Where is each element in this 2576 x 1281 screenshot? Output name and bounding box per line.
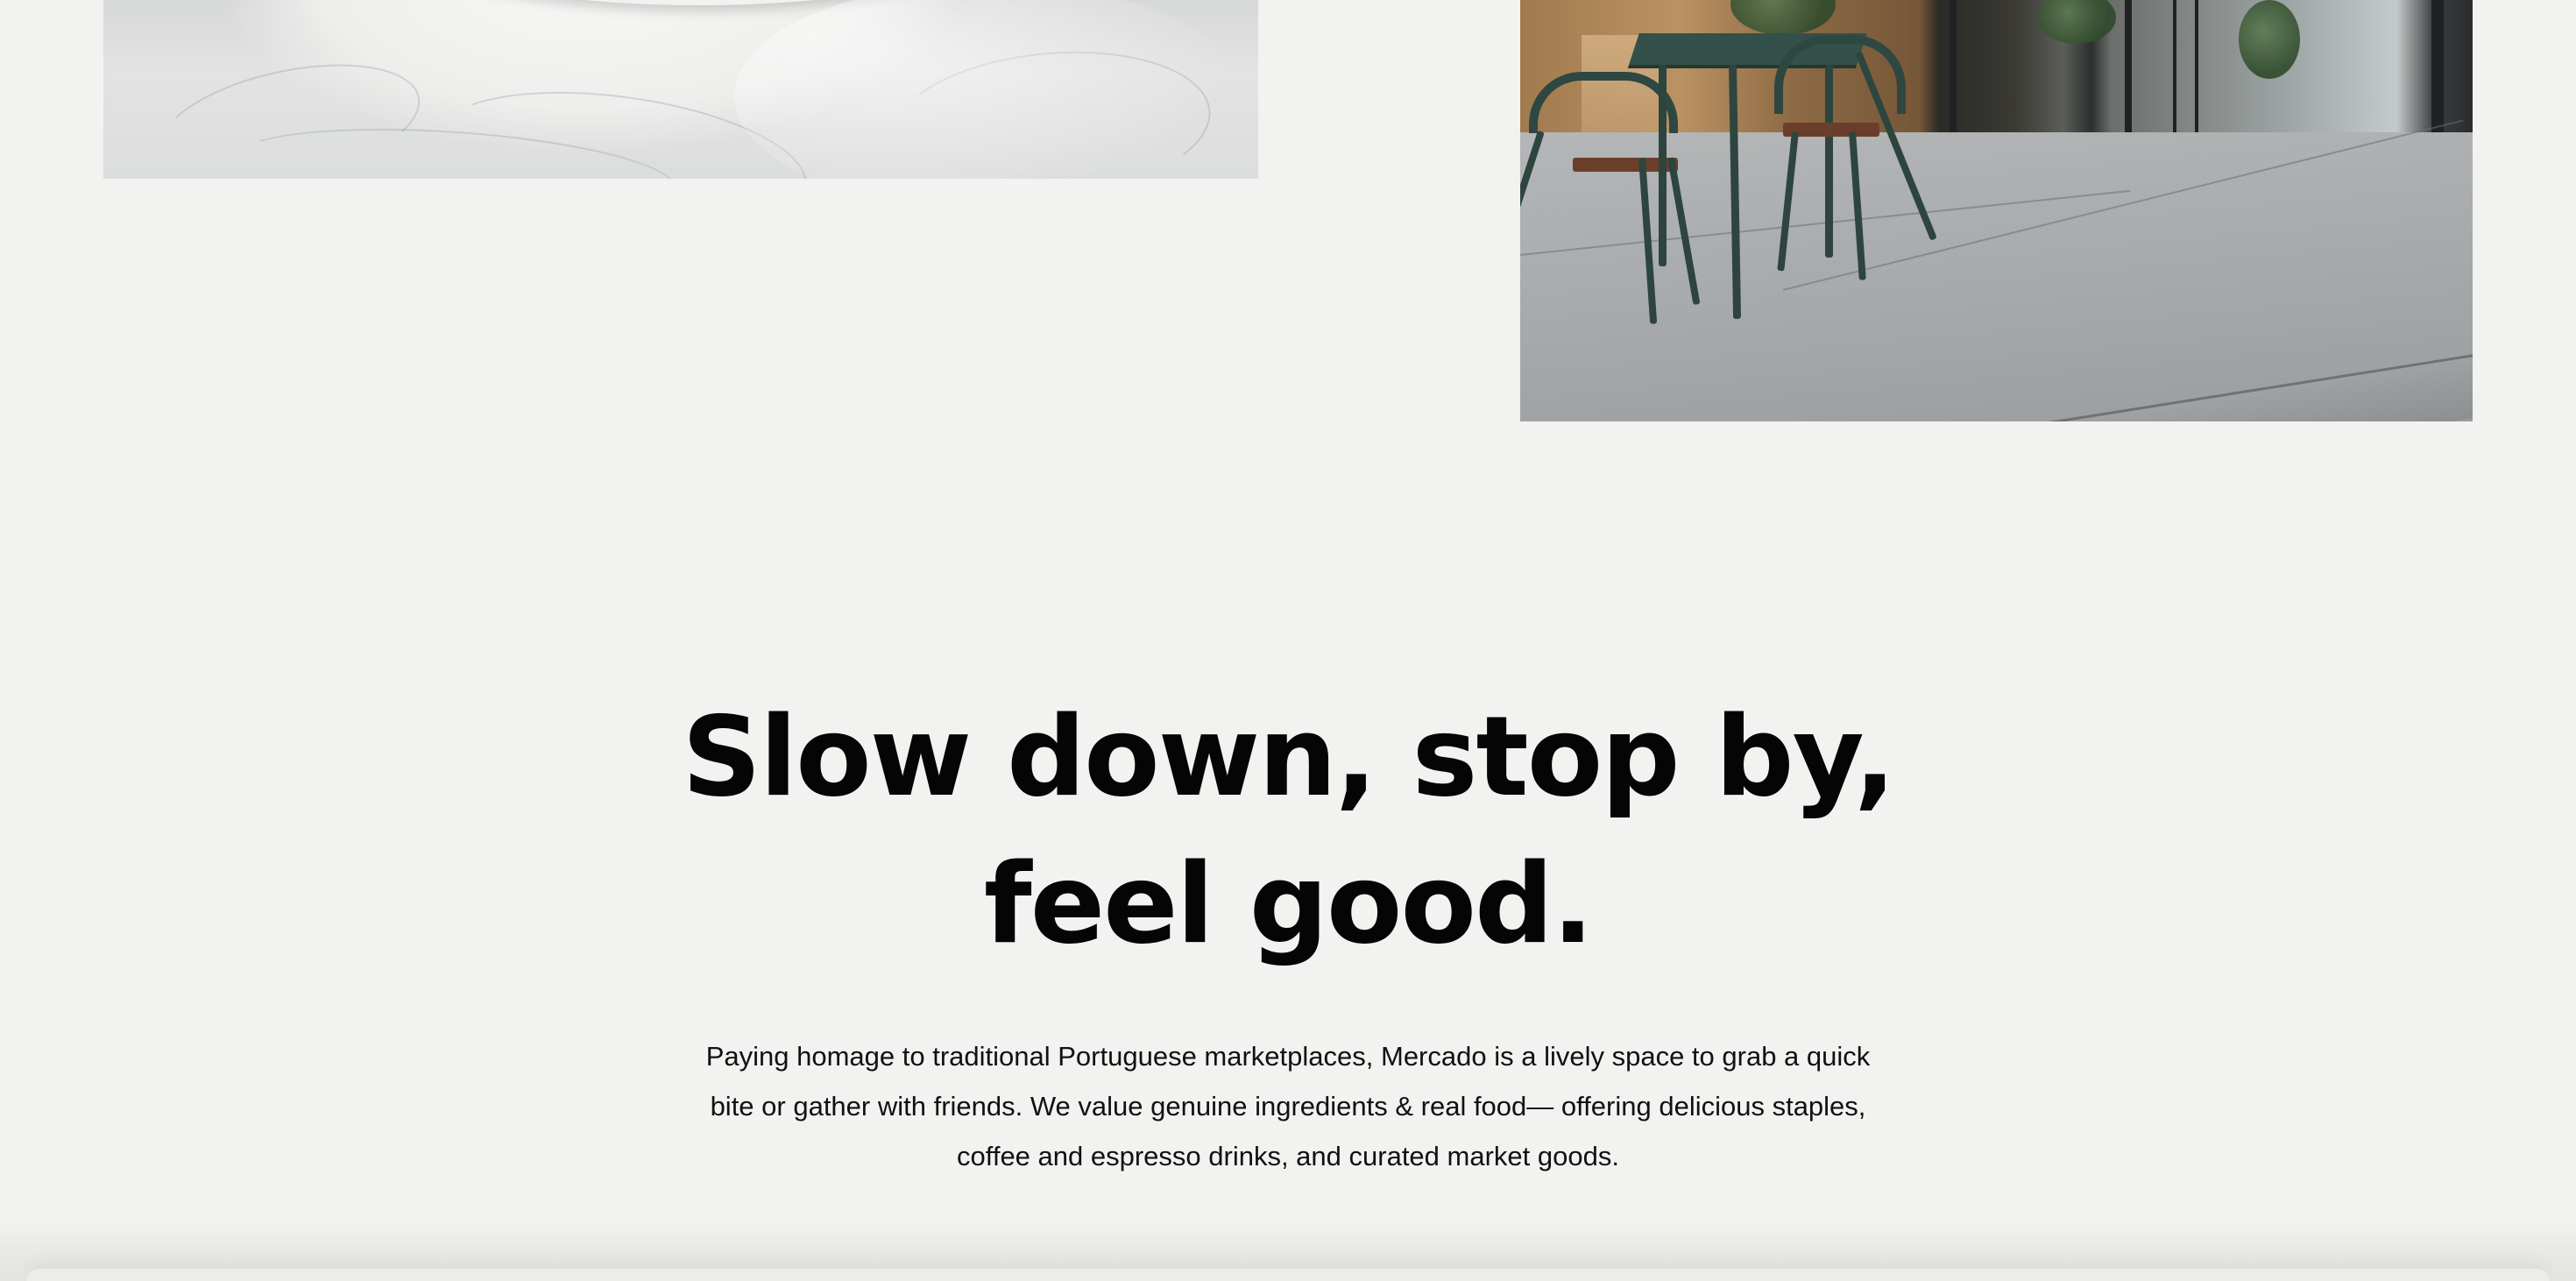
table-leg (1659, 65, 1667, 266)
chair (1774, 35, 1906, 114)
intro-headline: Slow down, stop by, feel good. (0, 683, 2576, 978)
headline-line: feel good. (983, 839, 1594, 968)
chair (1529, 72, 1678, 133)
paragraph-line: coffee and espresso drinks, and curated … (957, 1141, 1619, 1171)
paragraph-line: Paying homage to traditional Portuguese … (705, 1041, 1871, 1072)
next-section-edge (0, 1220, 2576, 1281)
page: Slow down, stop by, feel good. Paying ho… (0, 0, 2576, 1281)
paragraph-line: bite or gather with friends. We value ge… (710, 1091, 1866, 1122)
marble-counter-photo (103, 0, 1258, 179)
plant (2239, 0, 2300, 79)
storefront-photo (1520, 0, 2473, 421)
intro-paragraph: Paying homage to traditional Portuguese … (683, 1031, 1893, 1181)
headline-line: Slow down, stop by, (682, 692, 1896, 821)
light-reflection (734, 0, 1242, 179)
